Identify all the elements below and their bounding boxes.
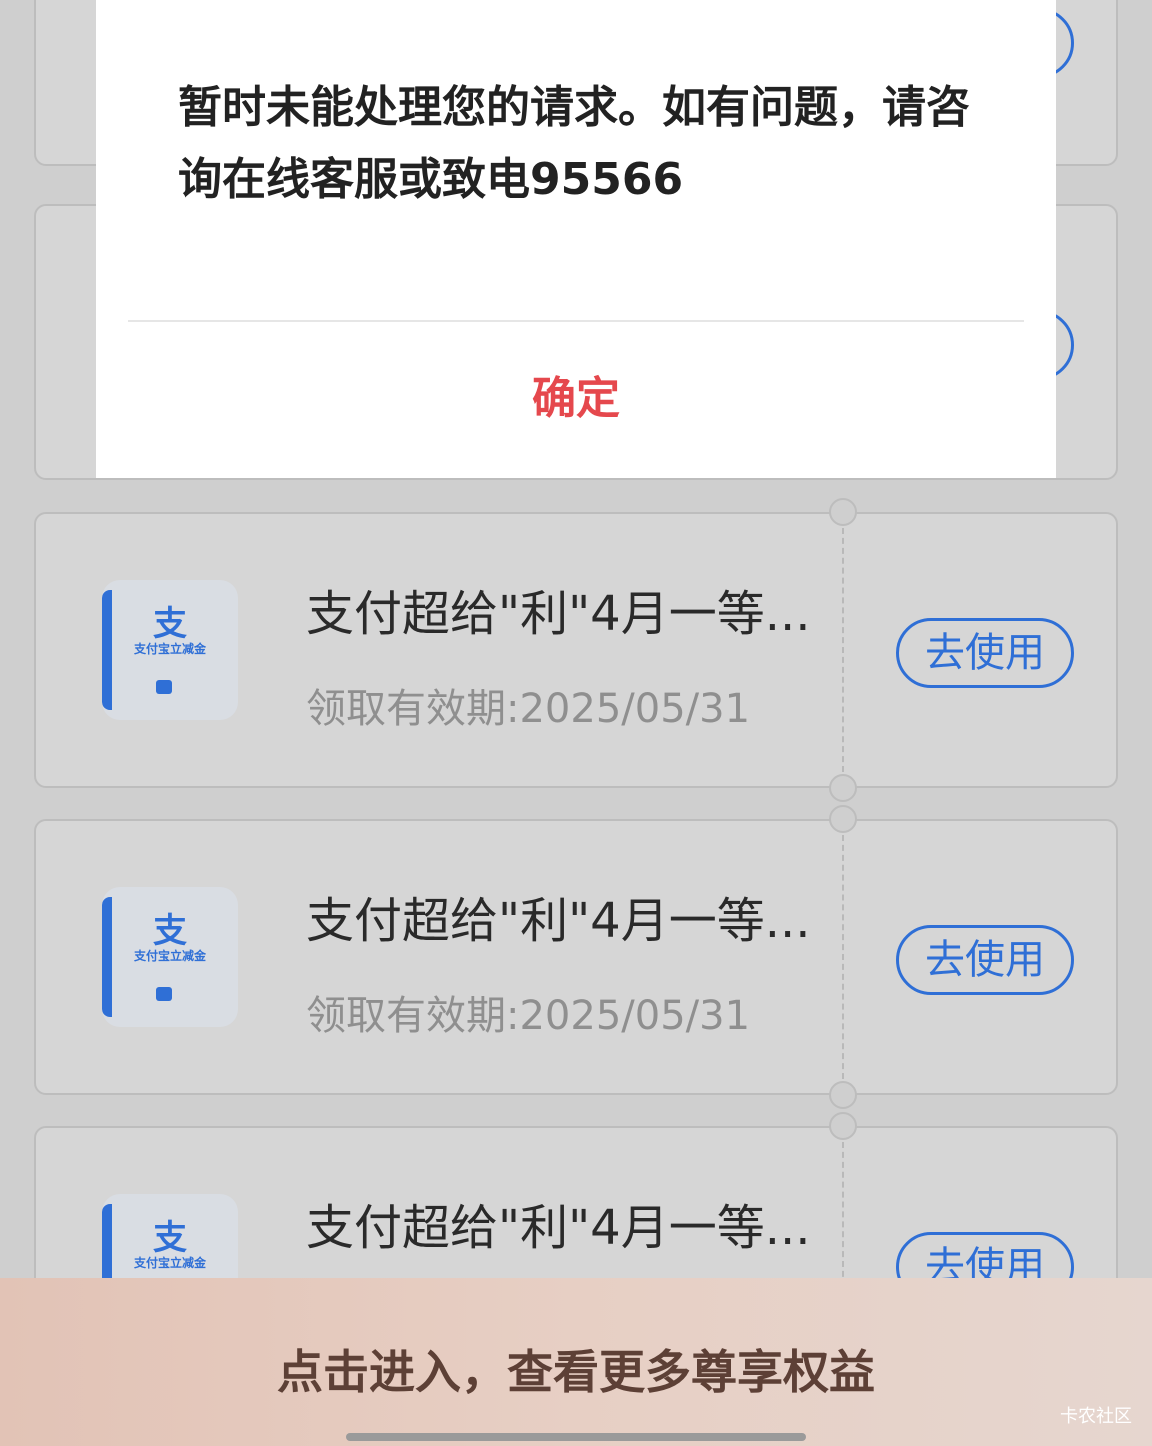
dialog-divider [128,320,1024,322]
coupon-title: 支付超给"利"4月一等... [306,893,811,949]
bank-logo-icon [156,680,172,694]
confirm-button[interactable]: 确定 [96,362,1056,426]
use-button[interactable]: 去使用 [896,925,1074,995]
coupon-list-screen: 支 支付宝立减金 支付超给"利"4月一等... 领取有效期:2025/05/31… [0,0,1152,1446]
use-button[interactable]: 去使用 [896,618,1074,688]
coupon-title: 支付超给"利"4月一等... [306,586,811,642]
promo-banner[interactable]: 点击进入，查看更多尊享权益 卡农社区 [0,1278,1152,1446]
thumbnail-caption: 支付宝立减金 [133,949,206,963]
coupon-card[interactable]: 支 支付宝立减金 支付超给"利"4月一等... 领取有效期:2025/05/31… [34,498,1118,802]
coupon-validity: 领取有效期:2025/05/31 [306,686,751,732]
alert-dialog: 暂时未能处理您的请求。如有问题，请咨询在线客服或致电95566 确定 [96,0,1056,478]
thumbnail-caption: 支付宝立减金 [133,642,206,656]
bank-logo-icon [156,987,172,1001]
home-indicator[interactable] [346,1433,806,1441]
coupon-validity: 领取有效期:2025/05/31 [306,993,751,1039]
alipay-icon: 支 [153,1218,187,1258]
ticket-notch [829,1112,857,1140]
coupon-card[interactable]: 支 支付宝立减金 支付超给"利"4月一等... 领取有效期:2025/05/31… [34,805,1118,1109]
promo-banner-text: 点击进入，查看更多尊享权益 [277,1345,875,1399]
watermark: 卡农社区 [1060,1406,1132,1427]
ticket-notch [829,1081,857,1109]
ticket-notch [829,498,857,526]
thumbnail-caption: 支付宝立减金 [133,1256,206,1270]
ticket-notch [829,774,857,802]
coupon-thumbnail: 支 支付宝立减金 [102,580,238,720]
alipay-icon: 支 [153,911,187,951]
ticket-divider [842,835,844,1079]
ticket-notch [829,805,857,833]
dialog-message: 暂时未能处理您的请求。如有问题，请咨询在线客服或致电95566 [178,82,970,205]
ticket-divider [842,528,844,772]
alipay-icon: 支 [153,604,187,644]
coupon-title: 支付超给"利"4月一等... [306,1200,811,1256]
coupon-thumbnail: 支 支付宝立减金 [102,887,238,1027]
